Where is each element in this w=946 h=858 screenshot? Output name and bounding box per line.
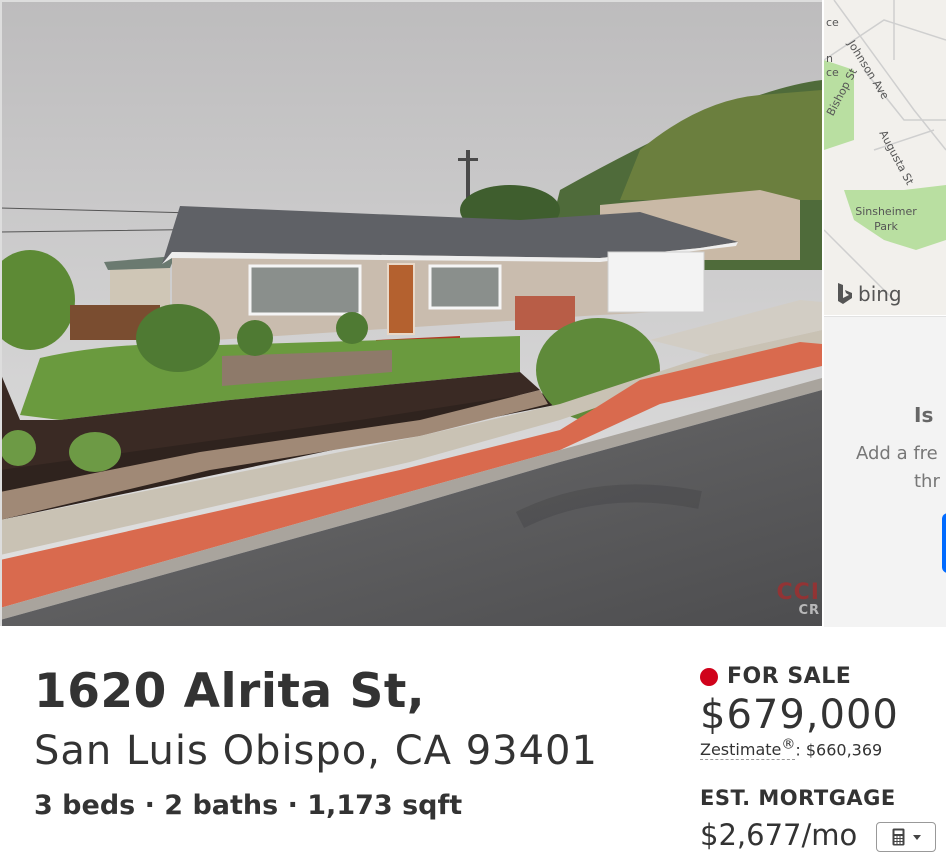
city-state-zip: San Luis Obispo, CA 93401 — [34, 728, 598, 774]
listing-price: $679,000 — [700, 692, 899, 738]
zestimate-label-text: Zestimate — [700, 740, 782, 760]
mortgage-calculator-button[interactable] — [876, 822, 936, 852]
zestimate-value: : $660,369 — [795, 740, 883, 760]
registered-mark: ® — [781, 737, 796, 753]
panel-text-line2: thr — [914, 471, 940, 492]
panel-text-line1: Add a fre — [856, 443, 938, 464]
listing-photo[interactable]: CCI CR — [0, 0, 822, 626]
map-edge-label: ce — [826, 66, 839, 79]
side-panel: Is Add a fre thr — [824, 316, 946, 627]
street-address: 1620 Alrita St, — [34, 664, 426, 719]
bing-wordmark: bing — [858, 282, 902, 306]
mortgage-value: $2,677/mo — [700, 818, 858, 852]
listing-status: FOR SALE — [700, 664, 851, 689]
map-edge-label: n — [826, 52, 833, 65]
mortgage-label: EST. MORTGAGE — [700, 786, 896, 810]
status-dot-icon — [700, 667, 718, 686]
house-photo-illustration — [0, 0, 822, 626]
zestimate: Zestimate®: $660,369 — [700, 737, 883, 761]
status-label: FOR SALE — [727, 664, 852, 689]
bing-logo: bing — [836, 282, 902, 306]
chevron-down-icon — [912, 834, 921, 840]
photo-watermark: CCI CR — [777, 582, 820, 620]
panel-action-button[interactable] — [942, 513, 946, 573]
map-tiles — [824, 0, 946, 315]
map-park-label: Sinsheimer Park — [855, 205, 917, 233]
home-facts: 3 beds · 2 baths · 1,173 sqft — [34, 790, 463, 821]
panel-title: Is — [914, 403, 934, 427]
zestimate-label[interactable]: Zestimate® — [700, 737, 796, 761]
location-map[interactable]: ce n ce Johnson Ave Bishop St Augusta St… — [824, 0, 946, 315]
calculator-icon — [892, 828, 904, 846]
bing-icon — [838, 283, 852, 304]
map-edge-label: ce — [826, 16, 839, 29]
